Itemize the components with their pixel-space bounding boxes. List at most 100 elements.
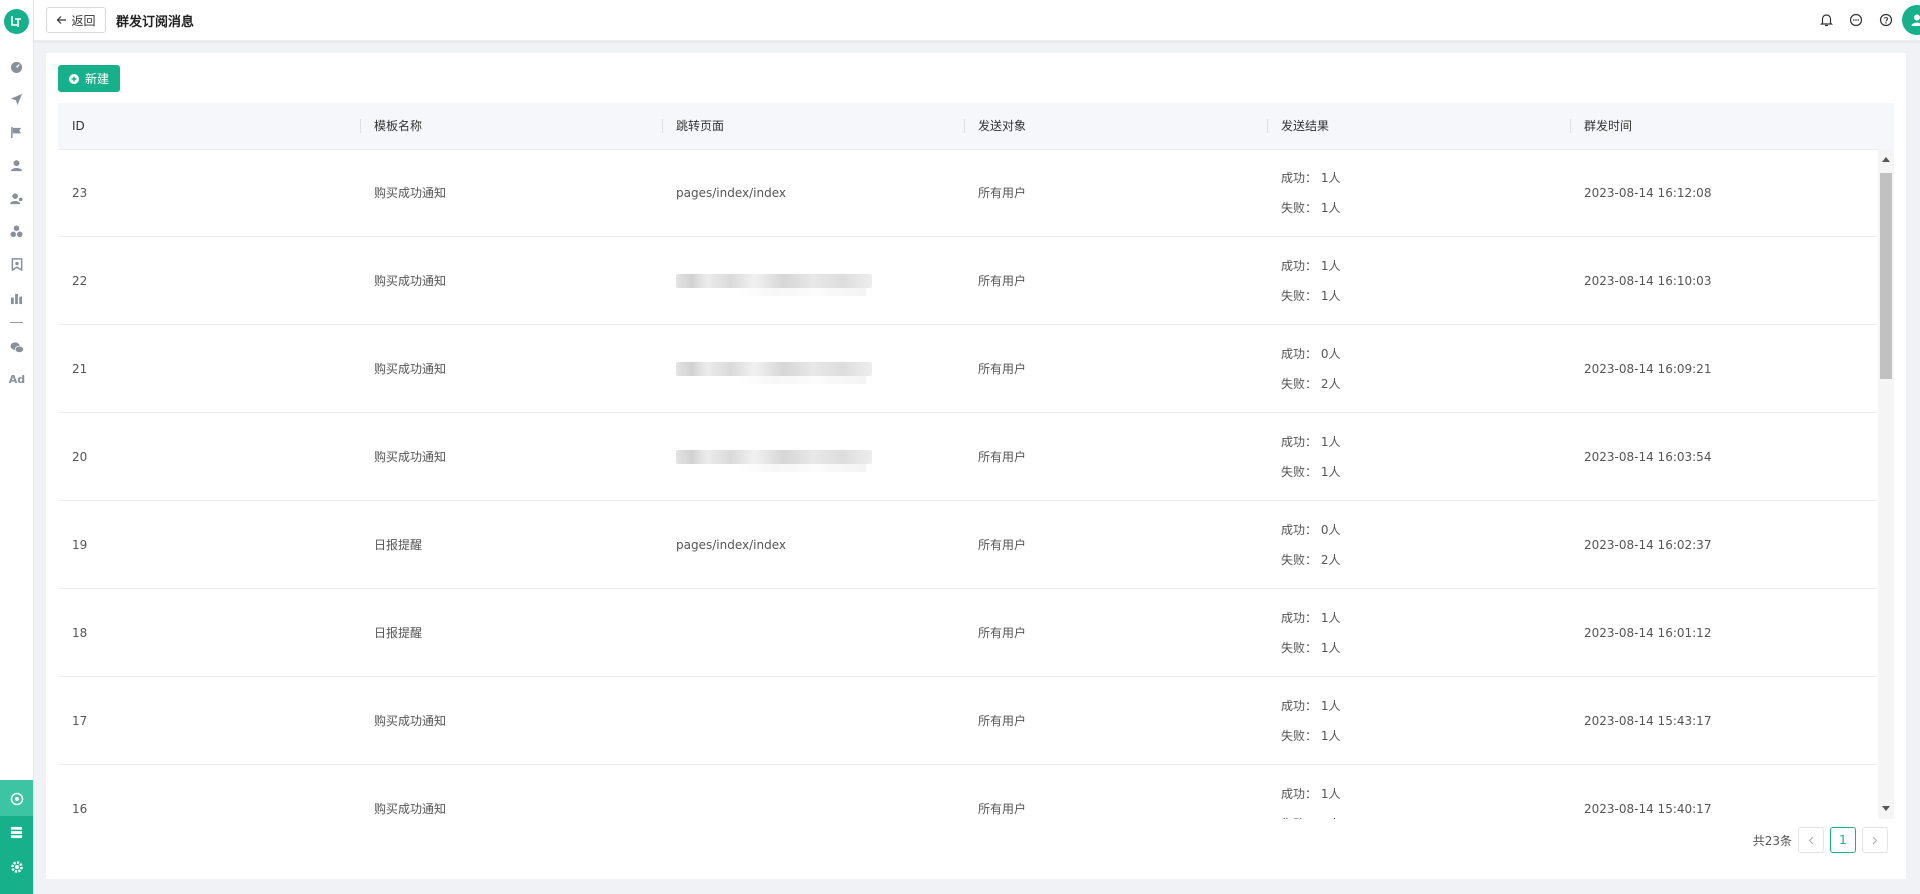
chevron-right-icon [1872,836,1878,844]
avatar[interactable] [1902,5,1920,35]
cell-id: 21 [72,361,88,376]
cell-id: 17 [72,713,88,728]
cell-page [662,677,964,764]
cell-result: 成功： 1人失败： 1人 [1267,589,1570,676]
cell-template: 购买成功通知 [374,186,447,200]
cell-target: 所有用户 [978,186,1027,200]
apps-icon[interactable] [8,223,25,240]
result-fail: 失败： 1人 [1281,200,1341,215]
cell-result: 成功： 1人失败： 1人 [1267,237,1570,324]
table-row[interactable]: 20 购买成功通知 所有用户 成功： 1人 失败： 1人 2023-08-14 16:03… [58,413,1878,501]
column-header-page[interactable]: 跳转页面 [662,103,964,149]
user-group-icon[interactable] [8,190,25,207]
result-success: 成功： 1人 [1281,170,1341,185]
chevron-left-icon [1808,836,1814,844]
cell-id: 18 [72,625,88,640]
send-icon[interactable] [8,91,25,108]
cell-page [662,413,964,500]
cell-template: 购买成功通知 [374,714,447,728]
column-header-result[interactable]: 发送结果 [1267,103,1570,149]
next-page-button[interactable] [1862,827,1888,853]
column-header-label: ID [72,119,85,133]
page-title: 群发订阅消息 [116,15,195,30]
message-icon[interactable] [1848,12,1864,28]
scroll-down-icon[interactable] [1882,806,1890,811]
cell-result: 成功： 1人失败： 1人 [1267,149,1570,236]
column-header-target[interactable]: 发送对象 [964,103,1267,149]
table-row[interactable]: 16 购买成功通知 所有用户 成功： 1人失败： 1人 2023-08-14 15:40… [58,765,1878,820]
table-scrollbar[interactable] [1878,149,1894,819]
table-row[interactable]: 19 日报提醒 pages/index/index 所有用户 成功： 0人 失败： 2人 2… [58,501,1878,589]
result-fail: 失败： 1人 [1281,288,1341,303]
pagination: 共23条 1 [1753,827,1888,853]
chart-icon[interactable] [8,290,25,307]
cell-template: 购买成功通知 [374,274,447,288]
user-icon[interactable] [8,157,25,174]
table-row[interactable]: 23 购买成功通知 pages/index/index 所有用户 成功： 1人 失败： 1… [58,149,1878,237]
sidebar-divider [10,322,23,323]
flag-icon[interactable] [8,124,25,141]
sidebar-bottom-panel [0,780,33,894]
result-success: 成功： 1人 [1281,258,1341,273]
cell-result: 成功： 1人失败： 1人 [1267,677,1570,764]
prev-page-button[interactable] [1798,827,1824,853]
cell-target: 所有用户 [978,450,1027,464]
result-success: 成功： 0人 [1281,346,1341,361]
result-fail: 失败： 1人 [1281,464,1341,479]
settings-icon[interactable] [8,858,25,875]
column-header-template[interactable]: 模板名称 [360,103,662,149]
new-button[interactable]: 新建 [58,65,120,92]
result-fail: 失败： 2人 [1281,376,1341,391]
list-icon[interactable] [8,824,25,841]
cell-target: 所有用户 [978,626,1027,640]
cell-template: 日报提醒 [374,538,423,552]
cell-time: 2023-08-14 16:02:37 [1584,537,1712,552]
cell-result: 成功： 1人失败： 1人 [1267,765,1570,820]
column-header-label: 群发时间 [1584,119,1633,133]
column-header-id[interactable]: ID [58,103,360,149]
app-logo[interactable] [4,9,29,34]
messages-table: ID 模板名称 跳转页面 发送对象 发送结果 群发时间 23 购买成功通知 page… [58,103,1894,819]
wechat-icon[interactable] [8,339,25,356]
table-row[interactable]: 22 购买成功通知 所有用户 成功： 1人 失败： 1人 2023-08-14 16:10… [58,237,1878,325]
sidebar: Ad [0,0,34,894]
cell-result: 成功： 0人 失败： 2人 [1267,325,1570,412]
bookmark-icon[interactable] [8,256,25,273]
table-row[interactable]: 17 购买成功通知 所有用户 成功： 1人 失败： 1人 2023-08-14 15:43… [58,677,1878,765]
cell-result: 成功： 0人 失败： 2人 [1267,501,1570,588]
result-fail: 失败： 1人 [1281,728,1341,743]
cell-target: 所有用户 [978,802,1027,816]
cell-time: 2023-08-14 16:09:21 [1584,361,1712,376]
column-header-label: 发送对象 [978,119,1027,133]
dashboard-icon[interactable] [8,58,25,75]
column-header-label: 模板名称 [374,119,423,133]
result-success: 成功： 0人 [1281,522,1341,537]
scroll-up-icon[interactable] [1882,157,1890,162]
cell-time: 2023-08-14 15:43:17 [1584,713,1712,728]
page-number-button[interactable]: 1 [1830,827,1856,853]
plugin-icon[interactable] [8,790,25,807]
main-card: 新建 ID 模板名称 跳转页面 发送对象 发送结果 群发时间 23 购买成功通知 p… [46,53,1906,879]
table-row[interactable]: 18 日报提醒 所有用户 成功： 1人 失败： 1人 2023-08-14 16:01:1… [58,589,1878,677]
column-header-label: 跳转页面 [676,119,725,133]
cell-id: 16 [72,801,88,816]
cell-page: pages/index/index [676,185,786,200]
redacted-page-path [676,273,872,296]
cell-result: 成功： 1人失败： 1人 [1267,413,1570,500]
table-row[interactable]: 21 购买成功通知 所有用户 成功： 0人 失败： 2人 2023-08-14 16:09… [58,325,1878,413]
cell-page [662,765,964,819]
bell-icon[interactable] [1818,12,1834,28]
scroll-thumb[interactable] [1880,173,1892,379]
column-header-time[interactable]: 群发时间 [1570,103,1894,149]
table-header: ID 模板名称 跳转页面 发送对象 发送结果 群发时间 [58,103,1894,150]
cell-template: 购买成功通知 [374,802,447,816]
back-button[interactable]: 返回 [46,7,106,33]
help-icon[interactable] [1878,12,1894,28]
redacted-page-path [676,449,872,472]
plus-circle-icon [68,73,79,84]
sidebar-item-ad[interactable]: Ad [8,373,26,386]
cell-page [662,237,964,324]
result-success: 成功： 1人 [1281,698,1341,713]
cell-target: 所有用户 [978,274,1027,288]
cell-time: 2023-08-14 16:12:08 [1584,185,1712,200]
